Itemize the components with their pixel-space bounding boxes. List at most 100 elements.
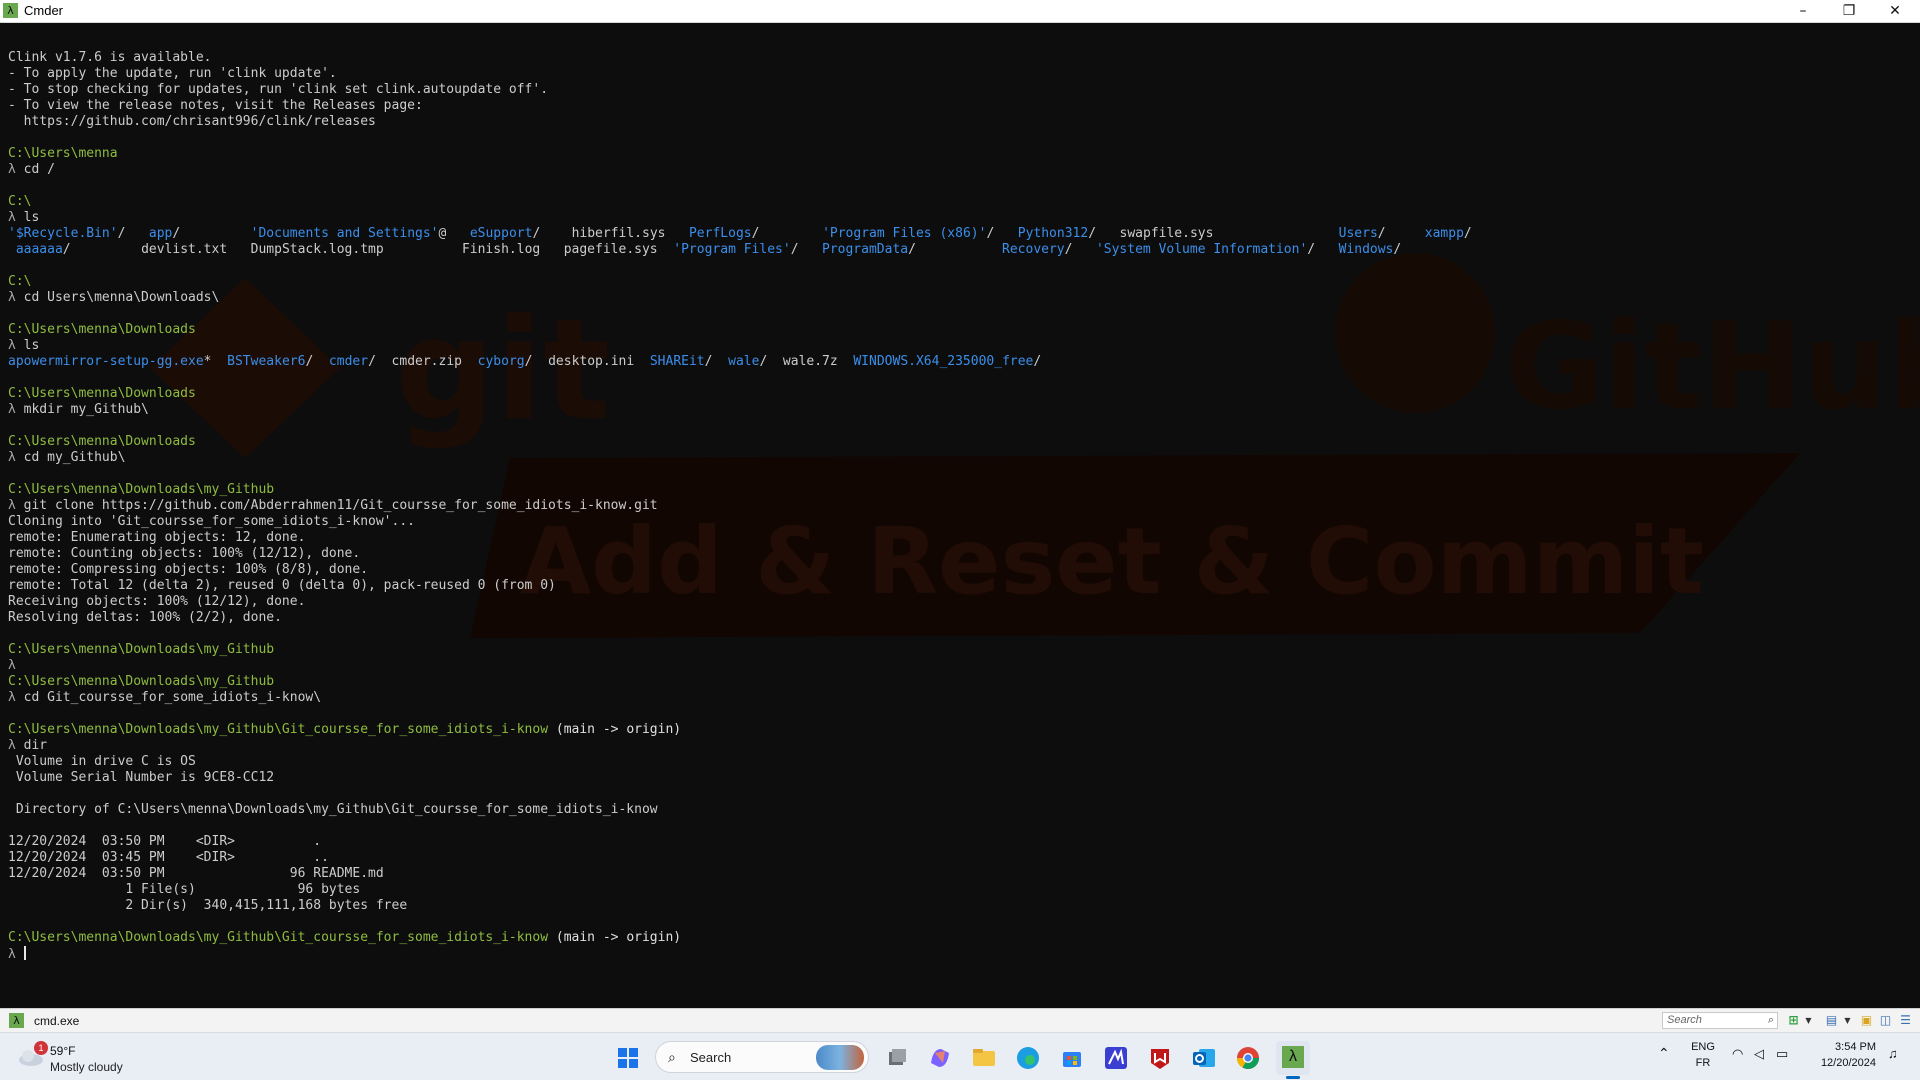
close-button[interactable]: ✕ (1872, 0, 1918, 22)
terminal-line: 12/20/2024 03:45 PM <DIR> .. (8, 850, 1472, 866)
terminal-line: - To view the release notes, visit the R… (8, 98, 1472, 114)
start-icon[interactable] (611, 1041, 645, 1075)
terminal-text: / (117, 226, 149, 241)
split-icon[interactable]: ◫ (1878, 1013, 1893, 1028)
maximize-button[interactable]: ❐ (1826, 0, 1872, 22)
lock-icon[interactable]: ▣ (1859, 1013, 1874, 1028)
terminal-line: C:\ (8, 194, 1472, 210)
cmder-icon[interactable]: λ (1276, 1041, 1310, 1075)
search-placeholder: Search (1667, 1014, 1702, 1026)
terminal-line: C:\Users\menna\Downloads\my_Github\Git_c… (8, 722, 1472, 738)
directory-entry: 'Program Files' (673, 242, 791, 257)
battery-icon[interactable]: ▭ (1776, 1046, 1788, 1062)
terminal-line: C:\Users\menna\Downloads\my_Github (8, 674, 1472, 690)
terminal-text: git clone https://github.com/Abderrahmen… (23, 498, 658, 513)
terminal-text: mkdir my_Github\ (23, 402, 149, 417)
clock-time[interactable]: 3:54 PM (1806, 1041, 1876, 1053)
terminal-text: 12/20/2024 03:45 PM <DIR> .. (8, 850, 329, 865)
terminal-text: 1 File(s) 96 bytes (8, 882, 361, 897)
taskbar-search-box[interactable]: ⌕ Search (655, 1041, 869, 1073)
volume-icon[interactable]: ◁ (1754, 1046, 1764, 1062)
terminal-output[interactable]: git Add & Reset & Commit GitHub Clink v1… (0, 23, 1920, 1008)
mcafee-icon[interactable] (1143, 1041, 1177, 1075)
directory-entry: app (148, 226, 173, 241)
search-icon[interactable]: ⌕ (1768, 1013, 1774, 1028)
terminal-line: λ (8, 658, 1472, 674)
terminal-text: - To stop checking for updates, run 'cli… (8, 82, 549, 97)
notifications-bell-icon[interactable]: ♫ (1888, 1046, 1898, 1061)
console-status-bar: λ cmd.exe Search ⌕ ⊞ ▼ ▤ ▼ ▣ ◫ ☰ (0, 1008, 1920, 1032)
directory-entry: PerfLogs (688, 226, 752, 241)
terminal-line: λ ls (8, 338, 1472, 354)
terminal-line: Resolving deltas: 100% (2/2), done. (8, 610, 1472, 626)
terminal-text: Clink v1.7.6 is available. (8, 50, 212, 65)
terminal-text: cd Users\menna\Downloads\ (23, 290, 220, 305)
notification-badge: 1 (34, 1041, 48, 1055)
outlook-icon[interactable] (1187, 1041, 1221, 1075)
copilot-icon[interactable] (923, 1041, 957, 1075)
terminal-line: λ git clone https://github.com/Abderrahm… (8, 498, 1472, 514)
weather-widget[interactable]: 1 59°F Mostly cloudy (16, 1041, 136, 1075)
chevron-up-icon[interactable]: ⌃ (1658, 1045, 1670, 1062)
terminal-line: λ cd Users\menna\Downloads\ (8, 290, 1472, 306)
terminal-line: λ mkdir my_Github\ (8, 402, 1472, 418)
file-explorer-icon[interactable] (967, 1041, 1001, 1075)
dropdown-icon[interactable]: ▼ (1801, 1013, 1816, 1028)
clock-date[interactable]: 12/20/2024 (1806, 1057, 1876, 1069)
terminal-line: Volume in drive C is OS (8, 754, 1472, 770)
minimize-button[interactable]: – (1780, 0, 1826, 22)
terminal-line: remote: Enumerating objects: 12, done. (8, 530, 1472, 546)
task-view-icon[interactable] (880, 1041, 914, 1075)
terminal-line: λ cd my_Github\ (8, 450, 1472, 466)
terminal-line: 1 File(s) 96 bytes (8, 882, 1472, 898)
edge-icon[interactable] (1011, 1041, 1045, 1075)
terminal-text: / (1463, 226, 1472, 241)
terminal-text: 12/20/2024 03:50 PM <DIR> . (8, 834, 322, 849)
new-console-icon[interactable]: ⊞ (1786, 1013, 1801, 1028)
terminal-line: - To stop checking for updates, run 'cli… (8, 82, 1472, 98)
active-app-indicator (1286, 1076, 1300, 1079)
store-icon[interactable] (1055, 1041, 1089, 1075)
prompt-path: C:\Users\menna\Downloads (8, 434, 196, 449)
github-watermark-text: GitHub (1505, 298, 1920, 437)
terminal-text: cd Git_coursse_for_some_idiots_i-know\ (23, 690, 322, 705)
terminal-text: / (790, 242, 822, 257)
dev-app-icon[interactable] (1099, 1041, 1133, 1075)
input-language-secondary[interactable]: FR (1690, 1057, 1716, 1069)
terminal-text: - To view the release notes, visit the R… (8, 98, 423, 113)
dropdown-icon[interactable]: ▼ (1840, 1013, 1855, 1028)
terminal-text: Resolving deltas: 100% (2/2), done. (8, 610, 282, 625)
wifi-icon[interactable]: ◠ (1732, 1046, 1743, 1062)
input-language-primary[interactable]: ENG (1690, 1041, 1716, 1053)
chrome-icon[interactable] (1231, 1041, 1265, 1075)
terminal-text: - To apply the update, run 'clink update… (8, 66, 337, 81)
lambda-prompt-icon: λ (8, 402, 24, 417)
prompt-path: C:\Users\menna\Downloads (8, 386, 196, 401)
console-search-input[interactable]: Search ⌕ (1662, 1012, 1778, 1029)
directory-entry: '$Recycle.Bin' (8, 226, 118, 241)
lambda-prompt-icon: λ (8, 947, 24, 962)
terminal-text: / cmder.zip (368, 354, 478, 369)
terminal-line: 12/20/2024 03:50 PM 96 README.md (8, 866, 1472, 882)
layout-icon[interactable]: ▤ (1824, 1013, 1839, 1028)
terminal-text: / (751, 226, 823, 241)
terminal-line: remote: Counting objects: 100% (12/12), … (8, 546, 1472, 562)
console-tab-cmd[interactable]: cmd.exe (34, 1014, 79, 1028)
git-branch-label: (main -> origin) (548, 930, 682, 945)
terminal-text: / (172, 226, 251, 241)
directory-entry: 'Program Files (x86)' (822, 226, 987, 241)
menu-icon[interactable]: ☰ (1898, 1013, 1913, 1028)
weather-condition: Mostly cloudy (50, 1060, 123, 1074)
directory-entry: Windows (1338, 242, 1394, 257)
terminal-text: / (1377, 226, 1425, 241)
terminal-text: / (1064, 242, 1096, 257)
terminal-line: Clink v1.7.6 is available. (8, 50, 1472, 66)
terminal-text: / (1307, 242, 1339, 257)
